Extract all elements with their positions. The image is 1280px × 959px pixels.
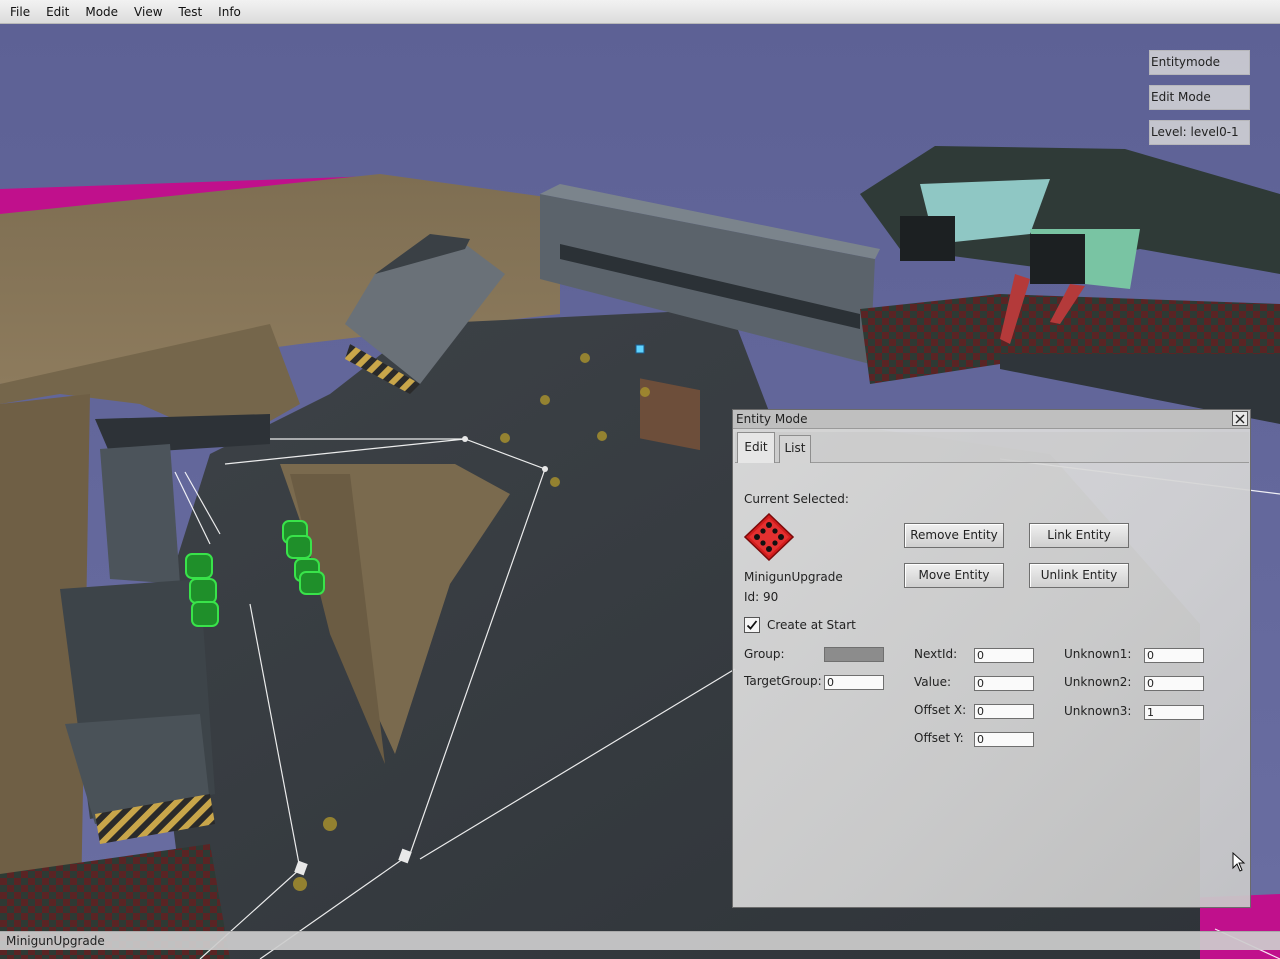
move-entity-button[interactable]: Move Entity bbox=[904, 563, 1004, 588]
targetgroup-field[interactable] bbox=[824, 675, 884, 690]
unknown2-label: Unknown2: bbox=[1064, 675, 1132, 689]
close-icon[interactable] bbox=[1232, 411, 1248, 426]
hud-level: Level: level0-1 bbox=[1149, 120, 1250, 145]
tab-bar: Edit List bbox=[735, 432, 1249, 463]
create-at-start-checkbox[interactable] bbox=[744, 617, 760, 633]
dialog-titlebar[interactable]: Entity Mode bbox=[733, 410, 1250, 429]
menu-info[interactable]: Info bbox=[212, 0, 247, 24]
offset-y-label: Offset Y: bbox=[914, 731, 964, 745]
value-field[interactable] bbox=[974, 676, 1034, 691]
red-dice-icon bbox=[743, 512, 795, 562]
value-label: Value: bbox=[914, 675, 951, 689]
unknown3-label: Unknown3: bbox=[1064, 704, 1132, 718]
unknown1-label: Unknown1: bbox=[1064, 647, 1132, 661]
nextid-field[interactable] bbox=[974, 648, 1034, 663]
checkmark-icon bbox=[746, 620, 758, 630]
status-text: MinigunUpgrade bbox=[6, 934, 105, 948]
create-at-start-label: Create at Start bbox=[767, 618, 856, 632]
tab-list[interactable]: List bbox=[779, 435, 811, 463]
hud-entitymode: Entitymode bbox=[1149, 50, 1250, 75]
dialog-title: Entity Mode bbox=[736, 412, 808, 426]
group-field[interactable] bbox=[824, 647, 884, 662]
unknown1-field[interactable] bbox=[1144, 648, 1204, 663]
entity-id: Id: 90 bbox=[744, 590, 779, 604]
status-bar: MinigunUpgrade bbox=[0, 931, 1280, 950]
tab-edit[interactable]: Edit bbox=[737, 432, 775, 463]
entity-name: MinigunUpgrade bbox=[744, 570, 843, 584]
unknown3-field[interactable] bbox=[1144, 705, 1204, 720]
menu-file[interactable]: File bbox=[4, 0, 36, 24]
link-entity-button[interactable]: Link Entity bbox=[1029, 523, 1129, 548]
offset-x-field[interactable] bbox=[974, 704, 1034, 719]
current-selected-label: Current Selected: bbox=[744, 492, 849, 506]
nextid-label: NextId: bbox=[914, 647, 958, 661]
unknown2-field[interactable] bbox=[1144, 676, 1204, 691]
menu-mode[interactable]: Mode bbox=[79, 0, 124, 24]
menu-bar: File Edit Mode View Test Info bbox=[0, 0, 1280, 24]
menu-edit[interactable]: Edit bbox=[40, 0, 75, 24]
group-label: Group: bbox=[744, 647, 785, 661]
menu-test[interactable]: Test bbox=[173, 0, 209, 24]
remove-entity-button[interactable]: Remove Entity bbox=[904, 523, 1004, 548]
offset-x-label: Offset X: bbox=[914, 703, 967, 717]
unlink-entity-button[interactable]: Unlink Entity bbox=[1029, 563, 1129, 588]
mouse-cursor-icon bbox=[1232, 851, 1246, 872]
hud-edit-mode: Edit Mode bbox=[1149, 85, 1250, 110]
targetgroup-label: TargetGroup: bbox=[744, 674, 822, 688]
offset-y-field[interactable] bbox=[974, 732, 1034, 747]
menu-view[interactable]: View bbox=[128, 0, 168, 24]
